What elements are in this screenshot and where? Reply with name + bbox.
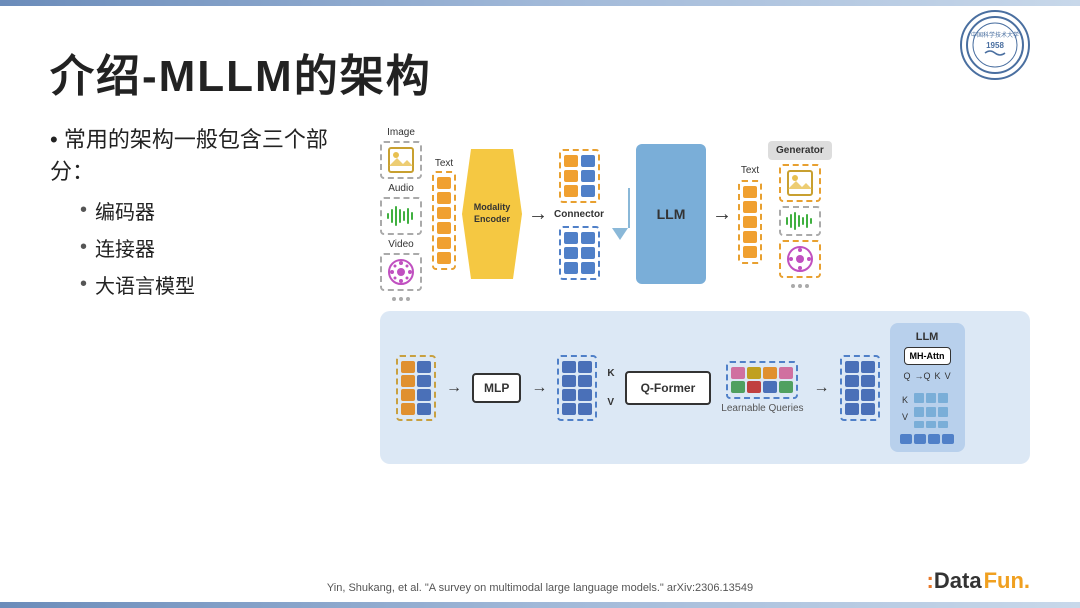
qformer-area: Q-Former: [625, 371, 712, 405]
sub-bullet-1: 编码器: [80, 196, 360, 225]
bd-input-tokens: [396, 355, 436, 421]
mlp-box: MLP: [472, 373, 521, 403]
svg-text:1958: 1958: [986, 41, 1004, 50]
text-token-area: Text: [432, 158, 456, 270]
connector-area: Connector: [554, 149, 604, 280]
bd-arrow-2: →: [531, 379, 547, 397]
learnable-queries-area: Learnable Queries: [721, 361, 803, 414]
brand-prefix: :Data: [927, 568, 982, 594]
arrow-q-label: →Q: [915, 371, 931, 381]
mh-attn-box: MH-Attn: [904, 347, 951, 365]
generator-area: Generator: [768, 141, 832, 288]
k-label-inner: K: [935, 371, 941, 381]
sub-bullet-3: 大语言模型: [80, 270, 360, 299]
video-icon-box: [380, 253, 422, 291]
svg-text:K: K: [902, 395, 908, 405]
text-token-cell-4: [437, 222, 451, 234]
citation: Yin, Shukang, et al. "A survey on multim…: [327, 582, 753, 594]
bottom-bar: [0, 602, 1080, 608]
llm-box: LLM: [636, 144, 706, 284]
left-panel: • 常用的架构一般包含三个部分： 编码器 连接器 大语言模型: [50, 122, 360, 464]
output-image-box: [779, 164, 821, 202]
sub-bullet-2: 连接器: [80, 233, 360, 262]
bd-arrow-1: →: [446, 379, 462, 397]
text-token-cell-1: [437, 177, 451, 189]
learnable-label: Learnable Queries: [721, 403, 803, 414]
qformer-box: Q-Former: [625, 371, 712, 405]
slide: 中国科学技术大学 1958 介绍-MLLM的架构 • 常用的架构一般包含三个部分…: [0, 0, 1080, 608]
llm-bottom-tokens: [900, 434, 954, 444]
output-area: Text: [738, 165, 762, 264]
top-bar: [0, 0, 1080, 6]
arrow-2: →: [712, 203, 732, 226]
svg-text:V: V: [902, 412, 908, 422]
llm-inner-label: LLM: [916, 331, 939, 343]
connector-to-llm: [610, 188, 630, 240]
brand-suffix: Fun.: [984, 568, 1030, 594]
text-label-top: Text: [435, 158, 453, 169]
arrow-1: →: [528, 203, 548, 226]
right-panel: Image Audio: [380, 122, 1030, 464]
qkv-labels-row: Q →Q K V: [904, 371, 951, 381]
connector-label: Connector: [554, 209, 604, 220]
v-label: V: [607, 397, 614, 408]
svg-text:中国科学技术大学: 中国科学技术大学: [971, 31, 1019, 39]
qkv-grid-svg: K V: [900, 385, 955, 430]
input-dots: [392, 297, 410, 301]
learnable-tokens: [726, 361, 798, 399]
university-logo: 中国科学技术大学 1958: [960, 10, 1030, 80]
audio-modality: Audio: [380, 183, 422, 235]
connector-token-block-bottom: [559, 226, 600, 280]
text-token-cell-2: [437, 192, 451, 204]
text-token-cell-3: [437, 207, 451, 219]
content-area: • 常用的架构一般包含三个部分： 编码器 连接器 大语言模型: [50, 122, 1030, 464]
diagram-wrapper: Image Audio: [380, 127, 1030, 464]
page-title: 介绍-MLLM的架构: [50, 40, 1030, 104]
input-modalities: Image Audio: [380, 127, 422, 301]
bottom-diagram: → MLP →: [380, 311, 1030, 464]
kv-labels: K V: [607, 368, 614, 408]
text-token-col: [432, 171, 456, 270]
top-diagram: Image Audio: [380, 127, 1030, 301]
k-label: K: [607, 368, 614, 379]
llm-inner-area: LLM MH-Attn Q →Q K V K: [890, 323, 965, 452]
brand-logo: :DataFun.: [927, 568, 1030, 594]
image-modality: Image: [380, 127, 422, 179]
audio-icon-box: [380, 197, 422, 235]
image-label: Image: [387, 127, 415, 138]
q-label: Q: [904, 371, 911, 381]
bd-output-tokens: [840, 355, 880, 421]
output-video-box: [779, 240, 821, 278]
text-output-label: Text: [741, 165, 759, 176]
audio-label: Audio: [388, 183, 414, 194]
video-label: Video: [388, 239, 413, 250]
output-dots: [791, 284, 809, 288]
connector-token-block-top: [559, 149, 600, 203]
encoder-area: ModalityEncoder: [462, 149, 522, 279]
output-token-col: [738, 180, 762, 264]
main-bullet: • 常用的架构一般包含三个部分：: [50, 122, 360, 186]
text-token-cell-5: [437, 237, 451, 249]
modality-encoder-box: ModalityEncoder: [462, 149, 522, 279]
v-label-inner: V: [945, 371, 951, 381]
generator-box: Generator: [768, 141, 832, 160]
text-token-cell-6: [437, 252, 451, 264]
llm-label: LLM: [657, 206, 686, 222]
video-modality: Video: [380, 239, 422, 291]
bd-middle-tokens: [557, 355, 597, 421]
image-icon-box: [380, 141, 422, 179]
output-audio-box: [779, 206, 821, 236]
bd-arrow-3: →: [814, 379, 830, 397]
output-icons: [779, 164, 821, 278]
